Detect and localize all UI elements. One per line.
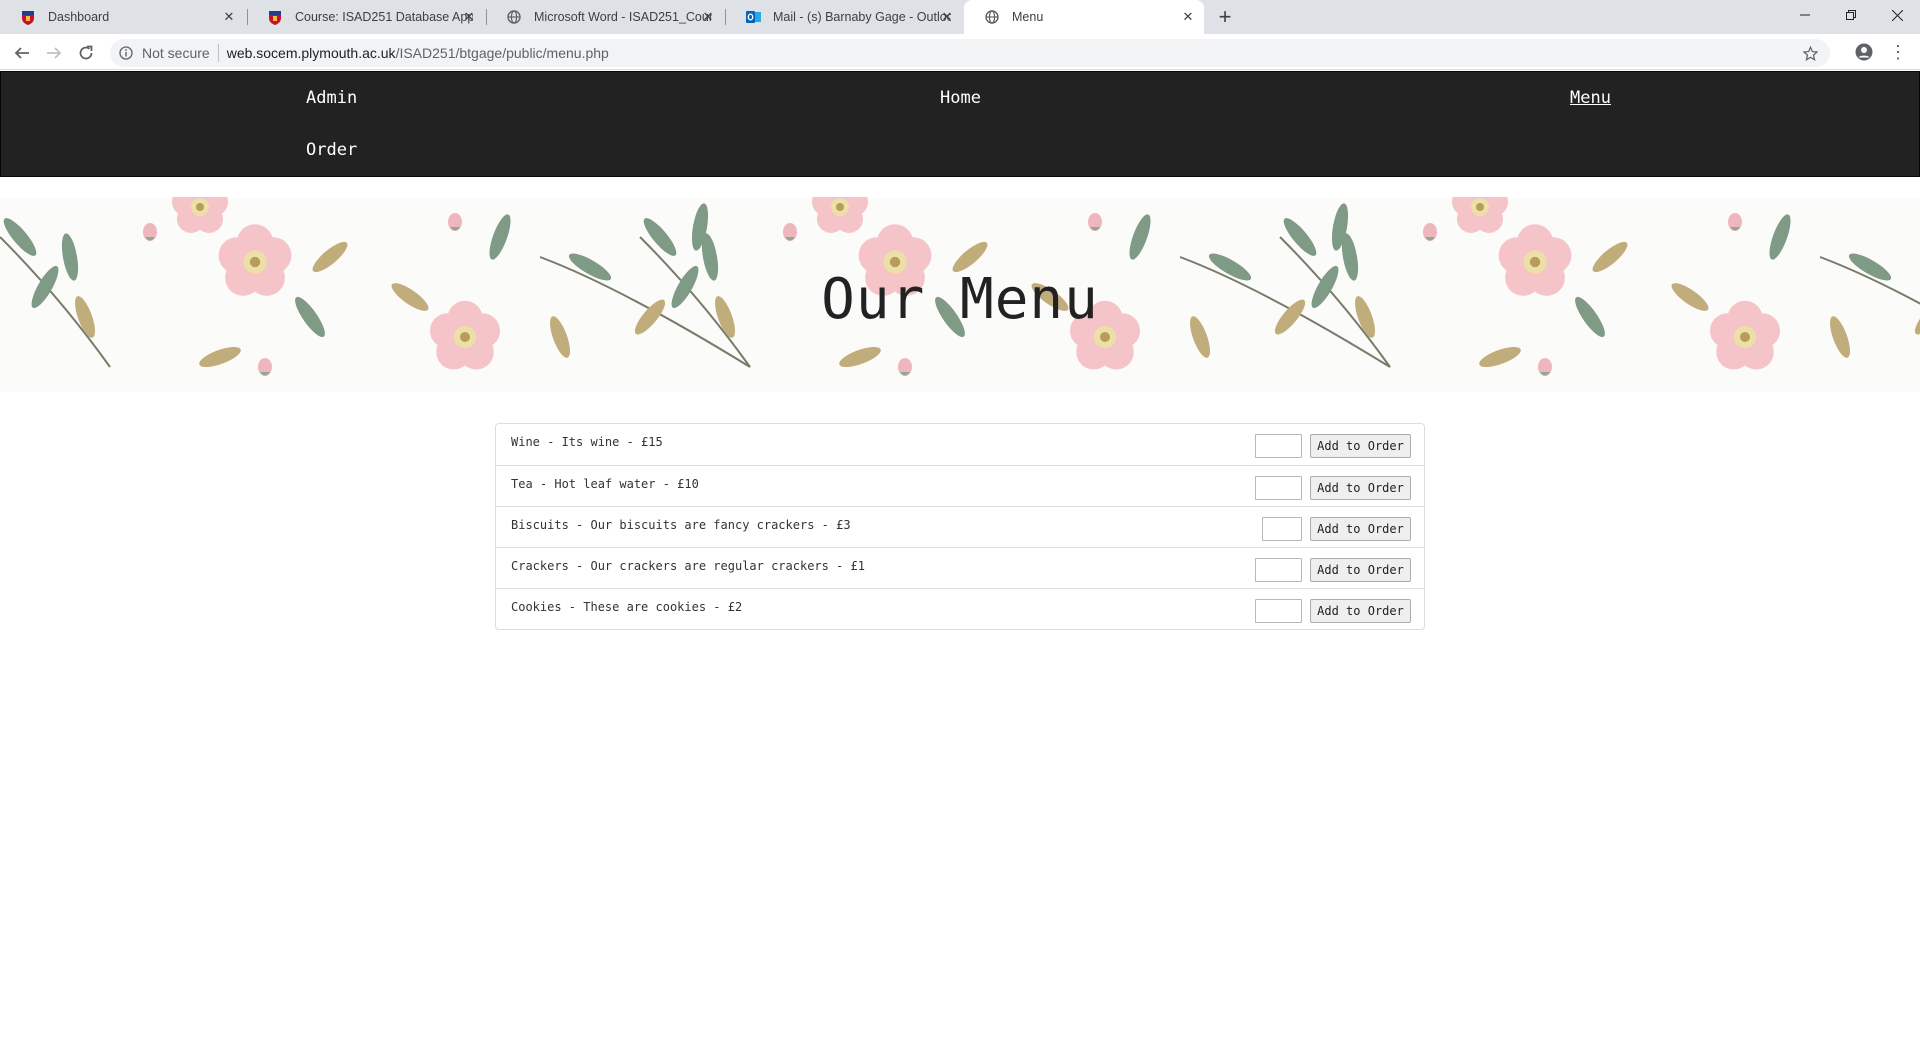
info-icon[interactable] xyxy=(118,45,134,61)
address-bar[interactable]: Not secure web.socem.plymouth.ac.uk/ISAD… xyxy=(110,39,1830,67)
more-options-icon[interactable]: ⋮ xyxy=(1888,42,1908,62)
close-icon xyxy=(1891,9,1903,21)
back-button[interactable] xyxy=(10,41,34,65)
tab-word[interactable]: Microsoft Word - ISAD251_Cours ✕ xyxy=(486,0,724,34)
tab-title: Mail - (s) Barnaby Gage - Outlook xyxy=(773,10,951,24)
restore-button[interactable] xyxy=(1828,0,1874,30)
tab-title: Menu xyxy=(1012,10,1044,24)
close-icon[interactable]: ✕ xyxy=(461,9,477,25)
minimize-button[interactable] xyxy=(1782,0,1828,30)
quantity-input[interactable] xyxy=(1262,517,1302,541)
university-crest-icon xyxy=(267,9,283,25)
hero-banner: Our Menu xyxy=(0,197,1920,392)
arrow-left-icon xyxy=(14,47,29,59)
add-to-order-button[interactable]: Add to Order xyxy=(1310,599,1411,623)
menu-item: Cookies - These are cookies - £2 Add to … xyxy=(496,588,1424,629)
page-title: Our Menu xyxy=(821,267,1099,332)
close-icon[interactable]: ✕ xyxy=(1180,9,1196,25)
window-close-button[interactable] xyxy=(1874,0,1920,30)
nav-order-link[interactable]: Order xyxy=(306,140,357,160)
profile-avatar-icon[interactable] xyxy=(1854,42,1874,62)
add-to-order-button[interactable]: Add to Order xyxy=(1310,434,1411,458)
site-navbar: Admin Home Menu Order xyxy=(0,71,1920,177)
tab-strip: Dashboard ✕ Course: ISAD251 Database App… xyxy=(0,0,1920,34)
tab-course[interactable]: Course: ISAD251 Database Appli ✕ xyxy=(247,0,485,34)
globe-icon xyxy=(506,9,522,25)
nav-admin-link[interactable]: Admin xyxy=(306,88,357,108)
tab-outlook[interactable]: Mail - (s) Barnaby Gage - Outlook ✕ xyxy=(725,0,963,34)
quantity-input[interactable] xyxy=(1255,434,1302,458)
menu-item-text: Cookies - These are cookies - £2 xyxy=(511,600,743,614)
browser-toolbar: Not secure web.socem.plymouth.ac.uk/ISAD… xyxy=(0,34,1920,70)
arrow-right-icon xyxy=(47,47,62,59)
divider xyxy=(217,44,219,62)
close-icon[interactable]: ✕ xyxy=(221,9,237,25)
reload-button[interactable] xyxy=(74,41,98,65)
menu-item-text: Wine - Its wine - £15 xyxy=(511,435,663,449)
menu-item: Tea - Hot leaf water - £10 Add to Order xyxy=(496,465,1424,506)
menu-item-text: Tea - Hot leaf water - £10 xyxy=(511,477,699,491)
add-to-order-button[interactable]: Add to Order xyxy=(1310,476,1411,500)
quantity-input[interactable] xyxy=(1255,599,1302,623)
tab-title: Course: ISAD251 Database Appli xyxy=(295,10,473,24)
url-path: /ISAD251/btgage/public/menu.php xyxy=(395,45,609,61)
add-to-order-button[interactable]: Add to Order xyxy=(1310,517,1411,541)
tab-menu[interactable]: Menu ✕ xyxy=(964,0,1204,34)
quantity-input[interactable] xyxy=(1255,558,1302,582)
reload-icon xyxy=(79,45,93,60)
forward-button[interactable] xyxy=(42,41,66,65)
menu-item-text: Crackers - Our crackers are regular crac… xyxy=(511,559,866,573)
quantity-input[interactable] xyxy=(1255,476,1302,500)
menu-item: Crackers - Our crackers are regular crac… xyxy=(496,547,1424,588)
nav-home-link[interactable]: Home xyxy=(940,88,981,108)
close-icon[interactable]: ✕ xyxy=(939,9,955,25)
close-icon[interactable]: ✕ xyxy=(700,9,716,25)
restore-icon xyxy=(1846,10,1856,20)
outlook-icon xyxy=(745,9,761,25)
menu-list: Wine - Its wine - £15 Add to Order Tea -… xyxy=(495,423,1425,630)
tab-title: Microsoft Word - ISAD251_Cours xyxy=(534,10,712,24)
add-to-order-button[interactable]: Add to Order xyxy=(1310,558,1411,582)
menu-item: Biscuits - Our biscuits are fancy cracke… xyxy=(496,506,1424,547)
menu-item: Wine - Its wine - £15 Add to Order xyxy=(496,424,1424,465)
url-host: web.socem.plymouth.ac.uk xyxy=(226,45,396,61)
bookmark-star-icon[interactable] xyxy=(1802,45,1818,61)
new-tab-button[interactable]: + xyxy=(1213,6,1237,30)
security-label: Not secure xyxy=(142,45,210,61)
university-crest-icon xyxy=(20,9,36,25)
nav-menu-link[interactable]: Menu xyxy=(1570,88,1611,108)
globe-icon xyxy=(984,9,1000,25)
tab-title: Dashboard xyxy=(48,10,110,24)
minimize-icon xyxy=(1800,14,1810,16)
tab-dashboard[interactable]: Dashboard ✕ xyxy=(0,0,245,34)
menu-item-text: Biscuits - Our biscuits are fancy cracke… xyxy=(511,518,851,532)
